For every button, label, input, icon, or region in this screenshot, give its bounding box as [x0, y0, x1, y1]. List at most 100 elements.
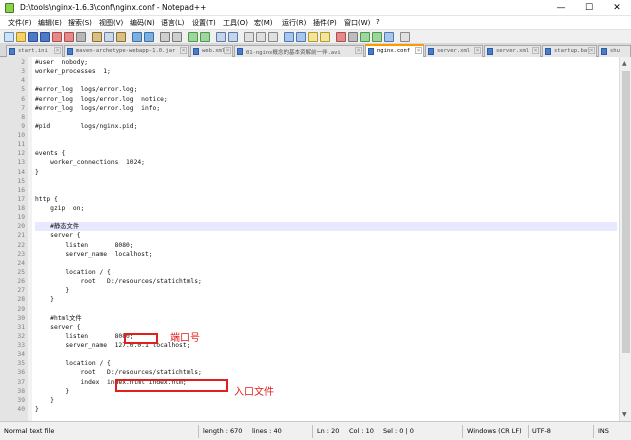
indent-guide-icon[interactable]	[268, 32, 278, 42]
scroll-up-arrow-icon[interactable]: ▲	[622, 60, 627, 67]
code-line[interactable]: #pid logs/nginx.pid;	[35, 122, 617, 131]
vertical-scrollbar[interactable]: ▲ ▼	[619, 57, 631, 421]
save-icon[interactable]	[28, 32, 38, 42]
doc-map-icon[interactable]	[296, 32, 306, 42]
find-icon[interactable]	[160, 32, 170, 42]
code-line[interactable]	[35, 131, 617, 140]
tab-server-xml[interactable]: server.xml ×	[425, 45, 483, 57]
scroll-down-arrow-icon[interactable]: ▼	[622, 411, 627, 418]
notepadpp-app-icon[interactable]	[5, 3, 14, 13]
menu-encoding[interactable]: 编码(N)	[130, 18, 155, 28]
code-line[interactable]: }	[35, 168, 617, 177]
maximize-button[interactable]: ☐	[575, 0, 603, 16]
tab-close-icon[interactable]: ×	[474, 47, 481, 54]
tab-close-icon[interactable]: ×	[54, 47, 61, 54]
close-all-icon[interactable]	[64, 32, 74, 42]
cut-icon[interactable]	[92, 32, 102, 42]
spell-check-icon[interactable]	[400, 32, 410, 42]
code-line[interactable]: #user nobody;	[35, 58, 617, 67]
code-line[interactable]: #error_log logs/error.log notice;	[35, 95, 617, 104]
tab-shu[interactable]: shu	[598, 45, 631, 57]
code-line[interactable]: events {	[35, 149, 617, 158]
code-line[interactable]: }	[35, 295, 617, 304]
minimize-button[interactable]: —	[547, 0, 575, 16]
menu-macro[interactable]: 宏(M)	[254, 18, 273, 28]
code-line[interactable]: worker_processes 1;	[35, 67, 617, 76]
code-line[interactable]: }	[35, 396, 617, 405]
code-line[interactable]: }	[35, 286, 617, 295]
sync-horizontal-icon[interactable]	[228, 32, 238, 42]
code-line[interactable]: #error_log logs/error.log info;	[35, 104, 617, 113]
fold-margin[interactable]	[28, 57, 32, 421]
code-line[interactable]	[35, 76, 617, 85]
code-line[interactable]	[35, 350, 617, 359]
code-line[interactable]: location / {	[35, 359, 617, 368]
code-line[interactable]: root D:/resources/statichtmls;	[35, 277, 617, 286]
code-line[interactable]: worker_connections 1024;	[35, 158, 617, 167]
code-line[interactable]	[35, 259, 617, 268]
save-macro-icon[interactable]	[384, 32, 394, 42]
code-line[interactable]: http {	[35, 195, 617, 204]
save-all-icon[interactable]	[40, 32, 50, 42]
close-button[interactable]: ✕	[603, 0, 631, 16]
function-list-icon[interactable]	[308, 32, 318, 42]
status-encoding[interactable]: UTF-8	[532, 427, 551, 435]
tab-web-xml[interactable]: web.xml ×	[190, 45, 233, 57]
udl-icon[interactable]	[284, 32, 294, 42]
folder-workspace-icon[interactable]	[320, 32, 330, 42]
tab-close-icon[interactable]: ×	[224, 47, 231, 54]
code-line[interactable]	[35, 305, 617, 314]
show-all-chars-icon[interactable]	[256, 32, 266, 42]
tab-close-icon[interactable]: ×	[588, 47, 595, 54]
menu-tools[interactable]: 工具(O)	[223, 18, 248, 28]
copy-icon[interactable]	[104, 32, 114, 42]
tab-maven-archetype-webapp[interactable]: maven-archetype-webapp-1.0.jar ×	[64, 45, 189, 57]
redo-icon[interactable]	[144, 32, 154, 42]
paste-icon[interactable]	[116, 32, 126, 42]
menu-help[interactable]: ?	[376, 18, 380, 26]
close-file-icon[interactable]	[52, 32, 62, 42]
code-line[interactable]	[35, 113, 617, 122]
menu-settings[interactable]: 设置(T)	[192, 18, 216, 28]
code-line[interactable]: server {	[35, 323, 617, 332]
code-line[interactable]: }	[35, 405, 617, 414]
editor-pane[interactable]: 2 #user nobody; 3 worker_processes 1; 4 5 #err…	[0, 57, 631, 421]
menu-window[interactable]: 窗口(W)	[344, 18, 370, 28]
undo-icon[interactable]	[132, 32, 142, 42]
code-line[interactable]: #静态文件	[35, 222, 617, 232]
menu-language[interactable]: 语言(L)	[161, 18, 184, 28]
status-eol-format[interactable]: Windows (CR LF)	[467, 427, 522, 435]
stop-macro-icon[interactable]	[348, 32, 358, 42]
new-file-icon[interactable]	[4, 32, 14, 42]
menu-edit[interactable]: 编辑(E)	[38, 18, 62, 28]
code-line[interactable]: #error_log logs/error.log;	[35, 85, 617, 94]
print-icon[interactable]	[76, 32, 86, 42]
code-line[interactable]	[35, 140, 617, 149]
code-line[interactable]: location / {	[35, 268, 617, 277]
tab-startup-bat[interactable]: startup.bat ×	[542, 45, 597, 57]
tab-nginx-conf[interactable]: nginx.conf ×	[365, 44, 424, 57]
scrollbar-thumb[interactable]	[622, 71, 630, 353]
word-wrap-icon[interactable]	[244, 32, 254, 42]
zoom-in-icon[interactable]	[188, 32, 198, 42]
code-line[interactable]	[35, 177, 617, 186]
menu-search[interactable]: 搜索(S)	[68, 18, 92, 28]
code-line[interactable]: listen 8080;	[35, 332, 617, 341]
menu-file[interactable]: 文件(F)	[8, 18, 32, 28]
sync-vertical-icon[interactable]	[216, 32, 226, 42]
code-line[interactable]: root D:/resources/statichtmls;	[35, 368, 617, 377]
code-line[interactable]: server {	[35, 231, 617, 240]
menu-plugins[interactable]: 插件(P)	[313, 18, 337, 28]
code-line[interactable]: #html文件	[35, 314, 617, 323]
zoom-out-icon[interactable]	[200, 32, 210, 42]
menu-view[interactable]: 视图(V)	[99, 18, 123, 28]
run-macro-multiple-icon[interactable]	[372, 32, 382, 42]
tab-server-xml-2[interactable]: server.xml ×	[484, 45, 541, 57]
tab-start-ini[interactable]: start.ini ×	[6, 45, 63, 57]
tab-nginx-video[interactable]: 01-nginx概念的基本资解前一伴.avi ×	[234, 45, 364, 57]
open-file-icon[interactable]	[16, 32, 26, 42]
tab-close-icon[interactable]: ×	[415, 47, 422, 54]
code-line[interactable]: listen 8080;	[35, 241, 617, 250]
menu-run[interactable]: 运行(R)	[282, 18, 306, 28]
code-line[interactable]: gzip on;	[35, 204, 617, 213]
